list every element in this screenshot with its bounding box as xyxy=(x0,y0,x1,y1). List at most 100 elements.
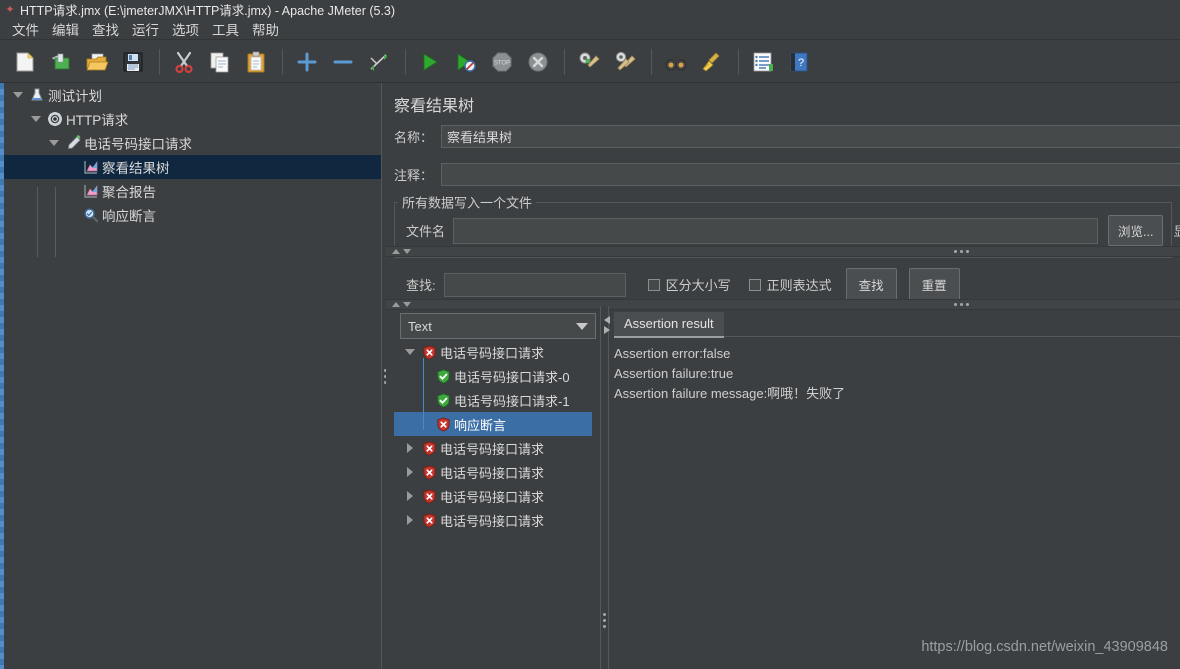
checkbox-box[interactable] xyxy=(647,278,660,291)
tree-node-response-assertion[interactable]: 响应断言 xyxy=(4,203,381,227)
filename-label: 文件名 xyxy=(406,224,446,239)
menu-tools[interactable]: 工具 xyxy=(206,18,245,40)
toolbar-open[interactable] xyxy=(80,45,114,79)
tab-assertion-result[interactable]: Assertion result xyxy=(614,312,724,338)
tree-node-http-sampler[interactable]: 电话号码接口请求 xyxy=(4,131,381,155)
success-shield-icon xyxy=(432,364,454,388)
results-tree-guide xyxy=(423,358,424,430)
toolbar-templates[interactable] xyxy=(44,45,78,79)
tree-node-label: 聚合报告 xyxy=(102,185,156,200)
toolbar-reset-search[interactable] xyxy=(695,45,729,79)
tree-node-thread-group[interactable]: HTTP请求 xyxy=(4,107,381,131)
menu-options[interactable]: 选项 xyxy=(166,18,205,40)
filename-input[interactable] xyxy=(453,217,1099,244)
toolbar-shutdown[interactable] xyxy=(521,45,555,79)
find-button[interactable]: 查找 xyxy=(845,268,897,301)
result-expander[interactable] xyxy=(402,508,418,532)
result-expander[interactable] xyxy=(402,460,418,484)
toolbar-save[interactable] xyxy=(116,45,150,79)
regex-label: 正则表达式 xyxy=(766,278,832,293)
tree-node-label: 测试计划 xyxy=(48,89,102,104)
case-sensitive-checkbox[interactable]: 区分大小写 xyxy=(647,275,731,294)
toolbar-paste[interactable] xyxy=(239,45,273,79)
result-expander[interactable] xyxy=(402,436,418,460)
tree-node-label: HTTP请求 xyxy=(66,113,129,128)
reset-button[interactable]: 重置 xyxy=(908,268,960,301)
menu-file[interactable]: 文件 xyxy=(6,18,45,40)
regex-checkbox[interactable]: 正则表达式 xyxy=(748,275,832,294)
menu-bar: 文件 编辑 查找 运行 选项 工具 帮助 xyxy=(0,18,1180,40)
tree-node-label: 察看结果树 xyxy=(102,161,170,176)
tab-scroll-arrows[interactable] xyxy=(604,316,610,334)
results-detail-splitter[interactable] xyxy=(600,306,609,669)
result-row[interactable]: 电话号码接口请求 xyxy=(394,436,592,460)
tree-node-aggregate-report[interactable]: 聚合报告 xyxy=(4,179,381,203)
test-plan-tree: 测试计划 HTTP请求 电话号码接口请求 察看结果树 聚合报告 响应断言 xyxy=(4,83,381,669)
write-all-data-to-file-title: 所有数据写入一个文件 xyxy=(398,192,537,212)
plus-icon xyxy=(297,52,317,71)
upper-horizontal-splitter[interactable] xyxy=(386,246,1180,257)
checkbox-box[interactable] xyxy=(748,278,761,291)
filename-field-row: 文件名 浏览... 显 xyxy=(406,215,1180,246)
renderer-select[interactable]: Text xyxy=(400,313,596,339)
toolbar-clear[interactable] xyxy=(572,45,606,79)
toolbar-stop[interactable]: STOP xyxy=(485,45,519,79)
minus-icon xyxy=(333,60,353,63)
assertion-line: Assertion error:false xyxy=(614,346,731,361)
svg-text:STOP: STOP xyxy=(494,60,510,66)
arrow-down-icon[interactable] xyxy=(403,302,411,307)
log-list-icon xyxy=(753,52,773,71)
display-log-label-partial[interactable]: 显 xyxy=(1173,221,1180,240)
splitter-arrows[interactable] xyxy=(392,249,411,254)
lower-horizontal-splitter[interactable] xyxy=(386,299,1180,310)
toolbar-search[interactable] xyxy=(659,45,693,79)
menu-run[interactable]: 运行 xyxy=(126,18,165,40)
tree-node-view-results-tree[interactable]: 察看结果树 xyxy=(4,155,381,179)
error-shield-icon xyxy=(418,460,440,484)
scroll-right-icon[interactable] xyxy=(604,326,610,334)
tree-expander[interactable] xyxy=(46,131,62,155)
tree-expander[interactable] xyxy=(10,83,26,107)
toolbar-copy[interactable] xyxy=(203,45,237,79)
comment-input[interactable] xyxy=(441,163,1180,186)
toolbar-collapse[interactable] xyxy=(326,45,360,79)
search-label: 查找: xyxy=(406,278,436,293)
result-label: 电话号码接口请求-1 xyxy=(454,393,570,409)
browse-button[interactable]: 浏览... xyxy=(1108,215,1164,246)
result-row[interactable]: 电话号码接口请求 xyxy=(394,460,592,484)
window-title: HTTP请求.jmx (E:\jmeterJMX\HTTP请求.jmx) - A… xyxy=(20,3,396,18)
search-input[interactable] xyxy=(443,272,626,297)
new-document-icon xyxy=(16,51,34,71)
menu-search[interactable]: 查找 xyxy=(86,18,125,40)
arrow-up-icon[interactable] xyxy=(392,302,400,307)
watermark-text: https://blog.csdn.net/weixin_43909848 xyxy=(921,639,1168,655)
result-row[interactable]: 电话号码接口请求 xyxy=(394,508,592,532)
menu-edit[interactable]: 编辑 xyxy=(46,18,85,40)
toolbar-clear-all[interactable] xyxy=(608,45,642,79)
scroll-left-icon[interactable] xyxy=(604,316,610,324)
name-field-row: 名称： xyxy=(394,125,1180,148)
arrow-up-icon[interactable] xyxy=(392,249,400,254)
toolbar-cut[interactable] xyxy=(167,45,201,79)
menu-help[interactable]: 帮助 xyxy=(246,18,285,40)
toolbar-expand[interactable] xyxy=(290,45,324,79)
tree-node-test-plan[interactable]: 测试计划 xyxy=(4,83,381,107)
toolbar-start-no-pauses[interactable] xyxy=(449,45,483,79)
toolbar-log-viewer[interactable] xyxy=(746,45,780,79)
tree-expander[interactable] xyxy=(28,107,44,131)
result-expander[interactable] xyxy=(402,340,418,364)
name-input[interactable] xyxy=(441,125,1180,148)
toolbar-start[interactable] xyxy=(413,45,447,79)
toolbar-new[interactable] xyxy=(8,45,42,79)
toolbar-toggle[interactable] xyxy=(362,45,396,79)
title-bar: ✦ HTTP请求.jmx (E:\jmeterJMX\HTTP请求.jmx) -… xyxy=(0,0,1180,18)
result-expander[interactable] xyxy=(402,484,418,508)
splitter-arrows[interactable] xyxy=(392,302,411,307)
help-book-icon: ? xyxy=(790,52,808,71)
templates-icon xyxy=(51,53,70,69)
case-sensitive-label: 区分大小写 xyxy=(665,278,731,293)
toolbar-help[interactable]: ? xyxy=(782,45,816,79)
arrow-down-icon[interactable] xyxy=(403,249,411,254)
result-row[interactable]: 电话号码接口请求 xyxy=(394,484,592,508)
